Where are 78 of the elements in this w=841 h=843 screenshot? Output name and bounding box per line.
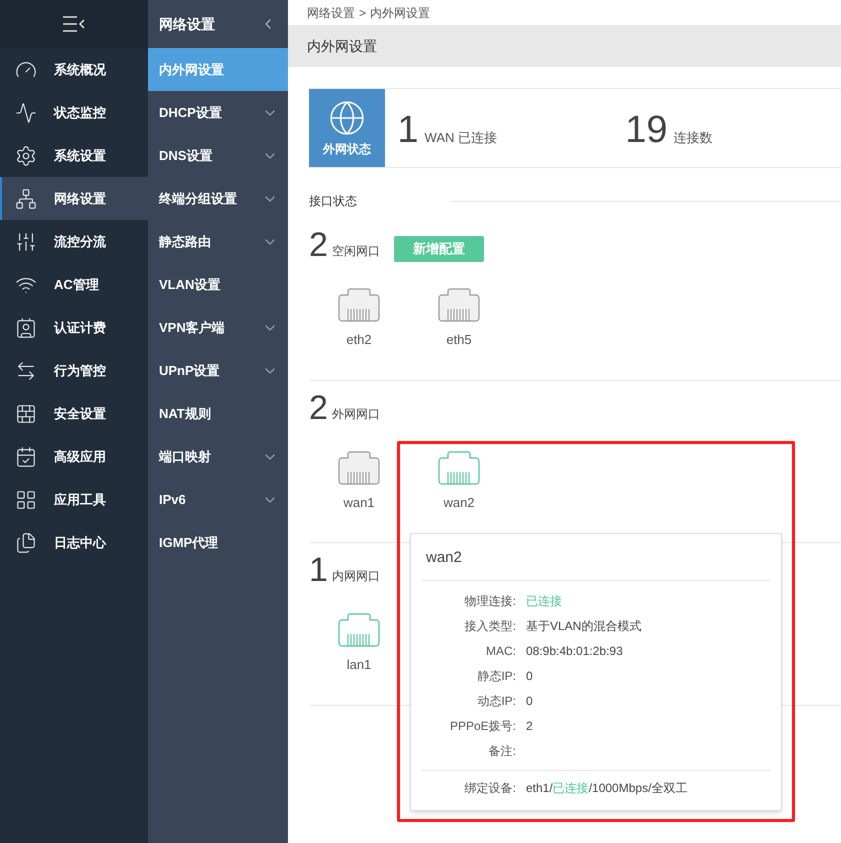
submenu-item[interactable]: DHCP设置	[148, 91, 288, 134]
detail-value: 08:9b:4b:01:2b:93	[526, 643, 623, 660]
popover-title: wan2	[425, 548, 463, 568]
sidebar-item[interactable]: 日志中心	[0, 521, 148, 564]
submenu-item[interactable]: 终端分组设置	[148, 177, 288, 220]
wan-status-label: 外网状态	[323, 140, 372, 158]
port-name: lan1	[346, 656, 372, 674]
sidebar-item[interactable]: 系统设置	[0, 134, 148, 177]
detail-value: 基于VLAN的混合模式	[526, 618, 642, 635]
stat-label: WAN 已连接	[424, 128, 497, 146]
sidebar-item[interactable]: 流控分流	[0, 220, 148, 263]
menu-collapse-icon[interactable]	[63, 16, 85, 32]
ethernet-port-icon[interactable]	[438, 450, 480, 484]
submenu-item[interactable]: VPN客户端	[148, 306, 288, 349]
sidebar-item[interactable]: 行为管控	[0, 349, 148, 392]
ethernet-port-icon[interactable]	[338, 288, 380, 322]
detail-value: 0	[526, 668, 533, 685]
ethernet-port-icon[interactable]	[438, 288, 480, 322]
detail-value: eth1/已连接/1000Mbps/全双工	[526, 780, 688, 797]
sidebar-item[interactable]: AC管理	[0, 263, 148, 306]
stat-label: 连接数	[673, 128, 712, 146]
grid-icon	[15, 488, 37, 510]
detail-label: 物理连接:	[464, 593, 517, 610]
sidebar-item[interactable]: 状态监控	[0, 91, 148, 134]
network-icon	[15, 188, 37, 210]
ethernet-port-icon[interactable]	[338, 613, 380, 647]
submenu-item[interactable]: IPv6	[148, 478, 288, 521]
submenu-title: 网络设置	[159, 14, 215, 34]
submenu-item[interactable]: DNS设置	[148, 134, 288, 177]
sliders-icon	[15, 230, 37, 252]
submenu-item[interactable]: 静态路由	[148, 220, 288, 263]
detail-label: 绑定设备:	[464, 780, 517, 797]
stat-value: 19	[625, 111, 668, 149]
group-count: 2	[309, 390, 328, 424]
port-name: eth2	[346, 331, 372, 349]
detail-label: 备注:	[488, 743, 517, 760]
breadcrumb-current: 内外网设置	[370, 4, 430, 22]
group-label: 外网网口	[332, 406, 380, 422]
detail-value: 0	[526, 693, 533, 710]
sidebar-item[interactable]: 认证计费	[0, 306, 148, 349]
submenu-item[interactable]: VLAN设置	[148, 263, 288, 306]
sidebar-item[interactable]: 应用工具	[0, 478, 148, 521]
id-card-icon	[15, 316, 37, 338]
group-count: 1	[309, 553, 328, 587]
files-icon	[15, 532, 37, 554]
submenu-item[interactable]: UPnP设置	[148, 349, 288, 392]
sidebar-item[interactable]: 系统概况	[0, 48, 148, 91]
group-label: 内网网口	[332, 568, 380, 585]
breadcrumb-link[interactable]: 网络设置	[307, 4, 355, 22]
breadcrumb-separator: >	[359, 4, 366, 22]
page-title: 内外网设置	[307, 36, 377, 56]
ethernet-port-icon[interactable]	[338, 450, 380, 484]
port-name: wan2	[443, 494, 475, 512]
submenu-item[interactable]: IGMP代理	[148, 521, 288, 564]
arrows-icon	[15, 360, 37, 382]
submenu-item[interactable]: NAT规则	[148, 392, 288, 435]
group-count: 2	[309, 228, 328, 262]
settings-icon	[15, 144, 37, 166]
detail-label: MAC:	[485, 643, 517, 660]
sidebar-item[interactable]: 安全设置	[0, 392, 148, 435]
stat-value: 1	[397, 111, 419, 149]
globe-icon	[328, 98, 366, 136]
calendar-check-icon	[15, 446, 37, 468]
section-title: 接口状态	[309, 193, 358, 210]
group-label: 空闲网口	[332, 243, 380, 260]
brick-wall-icon	[15, 402, 37, 424]
detail-label: 静态IP:	[476, 668, 517, 685]
pulse-icon	[15, 102, 37, 124]
detail-value: 已连接	[526, 593, 562, 610]
detail-label: PPPoE拨号:	[448, 718, 517, 735]
detail-label: 动态IP:	[476, 693, 517, 710]
port-name: wan1	[343, 494, 375, 512]
detail-value: 2	[526, 718, 533, 735]
sidebar-item[interactable]: 网络设置	[0, 177, 148, 220]
detail-label: 接入类型:	[464, 618, 517, 635]
submenu-item[interactable]: 端口映射	[148, 435, 288, 478]
port-name: eth5	[446, 331, 472, 349]
sidebar-item[interactable]: 高级应用	[0, 435, 148, 478]
